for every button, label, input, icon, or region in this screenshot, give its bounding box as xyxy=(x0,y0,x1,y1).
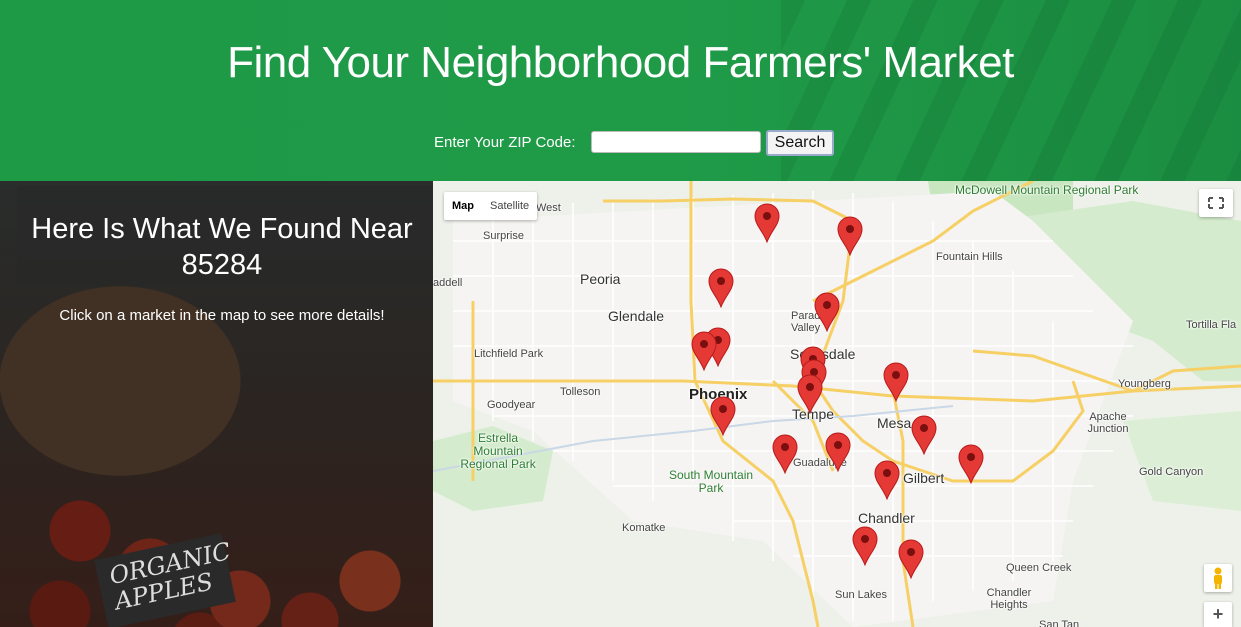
page-title: Find Your Neighborhood Farmers' Market xyxy=(227,38,1014,87)
map-label-south-mountain: South Mountain Park xyxy=(668,468,754,495)
market-pin[interactable] xyxy=(958,444,984,484)
market-pin[interactable] xyxy=(852,526,878,566)
map-label-gold-canyon: Gold Canyon xyxy=(1139,466,1204,478)
map-label-tortilla: Tortilla Fla xyxy=(1186,319,1237,331)
map-label-queen-creek: Queen Creek xyxy=(1006,562,1072,574)
map-label-surprise: Surprise xyxy=(483,230,524,242)
results-subtitle: Click on a market in the map to see more… xyxy=(59,307,385,324)
map-label-mesa: Mesa xyxy=(877,415,912,431)
map-label-gilbert: Gilbert xyxy=(903,470,945,486)
fullscreen-button[interactable] xyxy=(1199,189,1233,217)
organic-apples-sign: ORGANIC APPLES xyxy=(94,533,236,627)
map-label-apache: Apache Junction xyxy=(1087,411,1129,435)
fullscreen-icon xyxy=(1208,197,1224,209)
map-label-tolleson: Tolleson xyxy=(560,386,601,398)
market-pin[interactable] xyxy=(911,415,937,455)
market-pin[interactable] xyxy=(883,362,909,402)
market-pin[interactable] xyxy=(691,331,717,371)
market-pin[interactable] xyxy=(772,434,798,474)
market-pin[interactable] xyxy=(710,396,736,436)
street-view-pegman-button[interactable] xyxy=(1204,564,1232,592)
zip-search-form: Enter Your ZIP Code: Search xyxy=(0,130,1241,156)
map-label-peoria: Peoria xyxy=(580,271,621,287)
map-label-glendale: Glendale xyxy=(608,308,665,324)
map-label-sun-lakes: Sun Lakes xyxy=(835,589,887,601)
map-label-litchfield: Litchfield Park xyxy=(474,348,544,360)
market-pin[interactable] xyxy=(898,539,924,579)
market-map[interactable]: McDowell Mountain Regional Park West Sur… xyxy=(433,181,1241,627)
map-label-chandler-heights: Chandler Heights xyxy=(986,587,1032,611)
map-label-estrella: Estrella Mountain Regional Park xyxy=(460,431,536,471)
map-label-west: West xyxy=(536,202,561,214)
market-pin[interactable] xyxy=(797,374,823,414)
results-title: Here Is What We Found Near 85284 xyxy=(31,213,413,281)
map-type-control: Map Satellite xyxy=(444,192,538,220)
market-pin[interactable] xyxy=(814,292,840,332)
map-label-komatke: Komatke xyxy=(622,522,666,534)
map-type-satellite-button[interactable]: Satellite xyxy=(482,192,537,220)
market-pin[interactable] xyxy=(874,460,900,500)
map-label-addell: addell xyxy=(433,277,463,289)
market-pin[interactable] xyxy=(837,216,863,256)
results-panel: ORGANIC APPLES Here Is What We Found Nea… xyxy=(0,181,433,627)
market-pin[interactable] xyxy=(708,268,734,308)
map-label-mcdowell: McDowell Mountain Regional Park xyxy=(955,183,1139,197)
market-pin[interactable] xyxy=(754,203,780,243)
map-label-fountain: Fountain Hills xyxy=(936,251,1003,263)
map-label-youngberg: Youngberg xyxy=(1118,378,1171,390)
search-button[interactable]: Search xyxy=(766,130,834,156)
map-label-san-tan: San Tan xyxy=(1039,619,1080,627)
zip-label: Enter Your ZIP Code: xyxy=(434,134,576,151)
header-banner: Find Your Neighborhood Farmers' Market E… xyxy=(0,0,1241,181)
market-pin[interactable] xyxy=(825,432,851,472)
park-area xyxy=(1123,411,1241,511)
map-type-map-button[interactable]: Map xyxy=(444,192,482,220)
pegman-icon xyxy=(1214,567,1222,589)
zoom-in-button[interactable]: + xyxy=(1204,602,1232,627)
zip-input[interactable] xyxy=(591,131,761,153)
map-label-goodyear: Goodyear xyxy=(487,399,536,411)
map-label-chandler: Chandler xyxy=(858,510,915,526)
